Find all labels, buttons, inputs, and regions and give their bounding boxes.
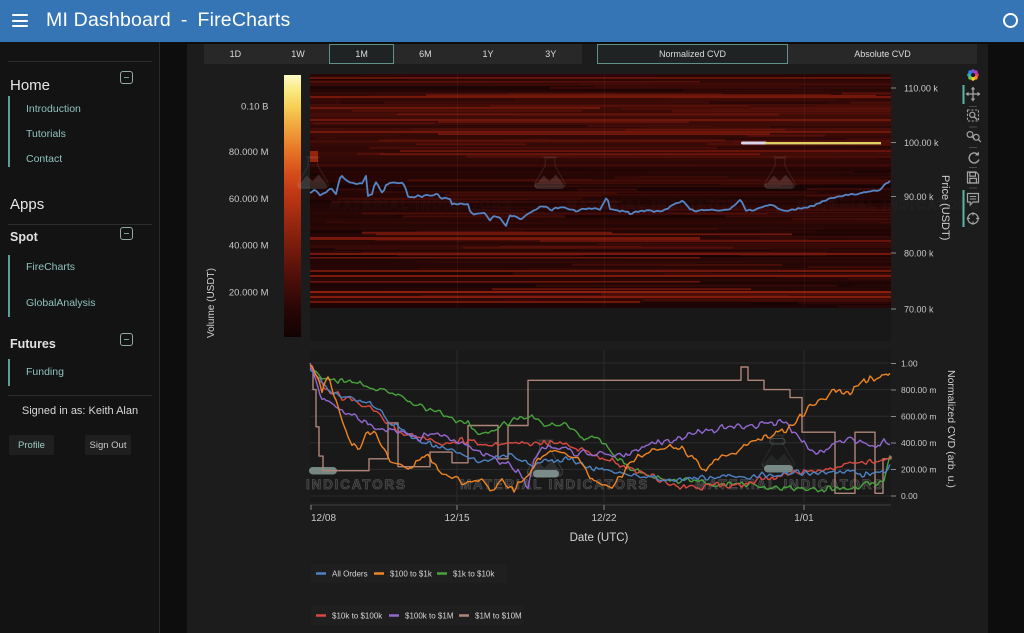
svg-text:0.10 B: 0.10 B <box>241 102 268 113</box>
svg-text:800.00 m: 800.00 m <box>901 385 936 395</box>
svg-text:$10k to $100k: $10k to $100k <box>332 612 383 621</box>
svg-text:1.00: 1.00 <box>901 359 918 369</box>
svg-text:12/15: 12/15 <box>444 513 469 524</box>
svg-text:Date (UTC): Date (UTC) <box>570 532 629 544</box>
svg-text:80.000 M: 80.000 M <box>229 147 269 158</box>
svg-text:60.000 M: 60.000 M <box>229 194 269 205</box>
svg-text:100.00 k: 100.00 k <box>904 138 939 148</box>
svg-text:$100k to $1M: $100k to $1M <box>405 612 454 621</box>
svg-text:40.000 M: 40.000 M <box>229 241 269 252</box>
svg-text:1/01: 1/01 <box>794 513 814 524</box>
svg-text:MATERIAL INDICATORS: MATERIAL INDICATORS <box>460 477 649 492</box>
svg-text:20.000 M: 20.000 M <box>229 288 269 299</box>
svg-text:90.00 k: 90.00 k <box>904 192 934 202</box>
svg-text:MATERIAL INDICATORS: MATERIAL INDICATORS <box>797 197 980 212</box>
svg-text:12/08: 12/08 <box>311 513 336 524</box>
svg-text:MATERIAL INDICATORS: MATERIAL INDICATORS <box>330 197 513 212</box>
svg-text:12/22: 12/22 <box>591 513 616 524</box>
svg-text:600.00 m: 600.00 m <box>901 412 936 422</box>
svg-text:All Orders: All Orders <box>332 570 368 579</box>
svg-text:$1M to $10M: $1M to $10M <box>475 612 522 621</box>
svg-text:400.00 m: 400.00 m <box>901 438 936 448</box>
svg-text:INDICATORS: INDICATORS <box>306 477 407 492</box>
svg-text:$100 to $1k: $100 to $1k <box>390 570 433 579</box>
svg-text:200.00 m: 200.00 m <box>901 465 936 475</box>
svg-text:110.00 k: 110.00 k <box>904 84 938 94</box>
svg-text:$1k to $10k: $1k to $10k <box>453 570 495 579</box>
svg-text:80.00 k: 80.00 k <box>904 249 934 259</box>
svg-text:70.00 k: 70.00 k <box>904 305 934 315</box>
svg-text:0.00: 0.00 <box>901 491 918 501</box>
